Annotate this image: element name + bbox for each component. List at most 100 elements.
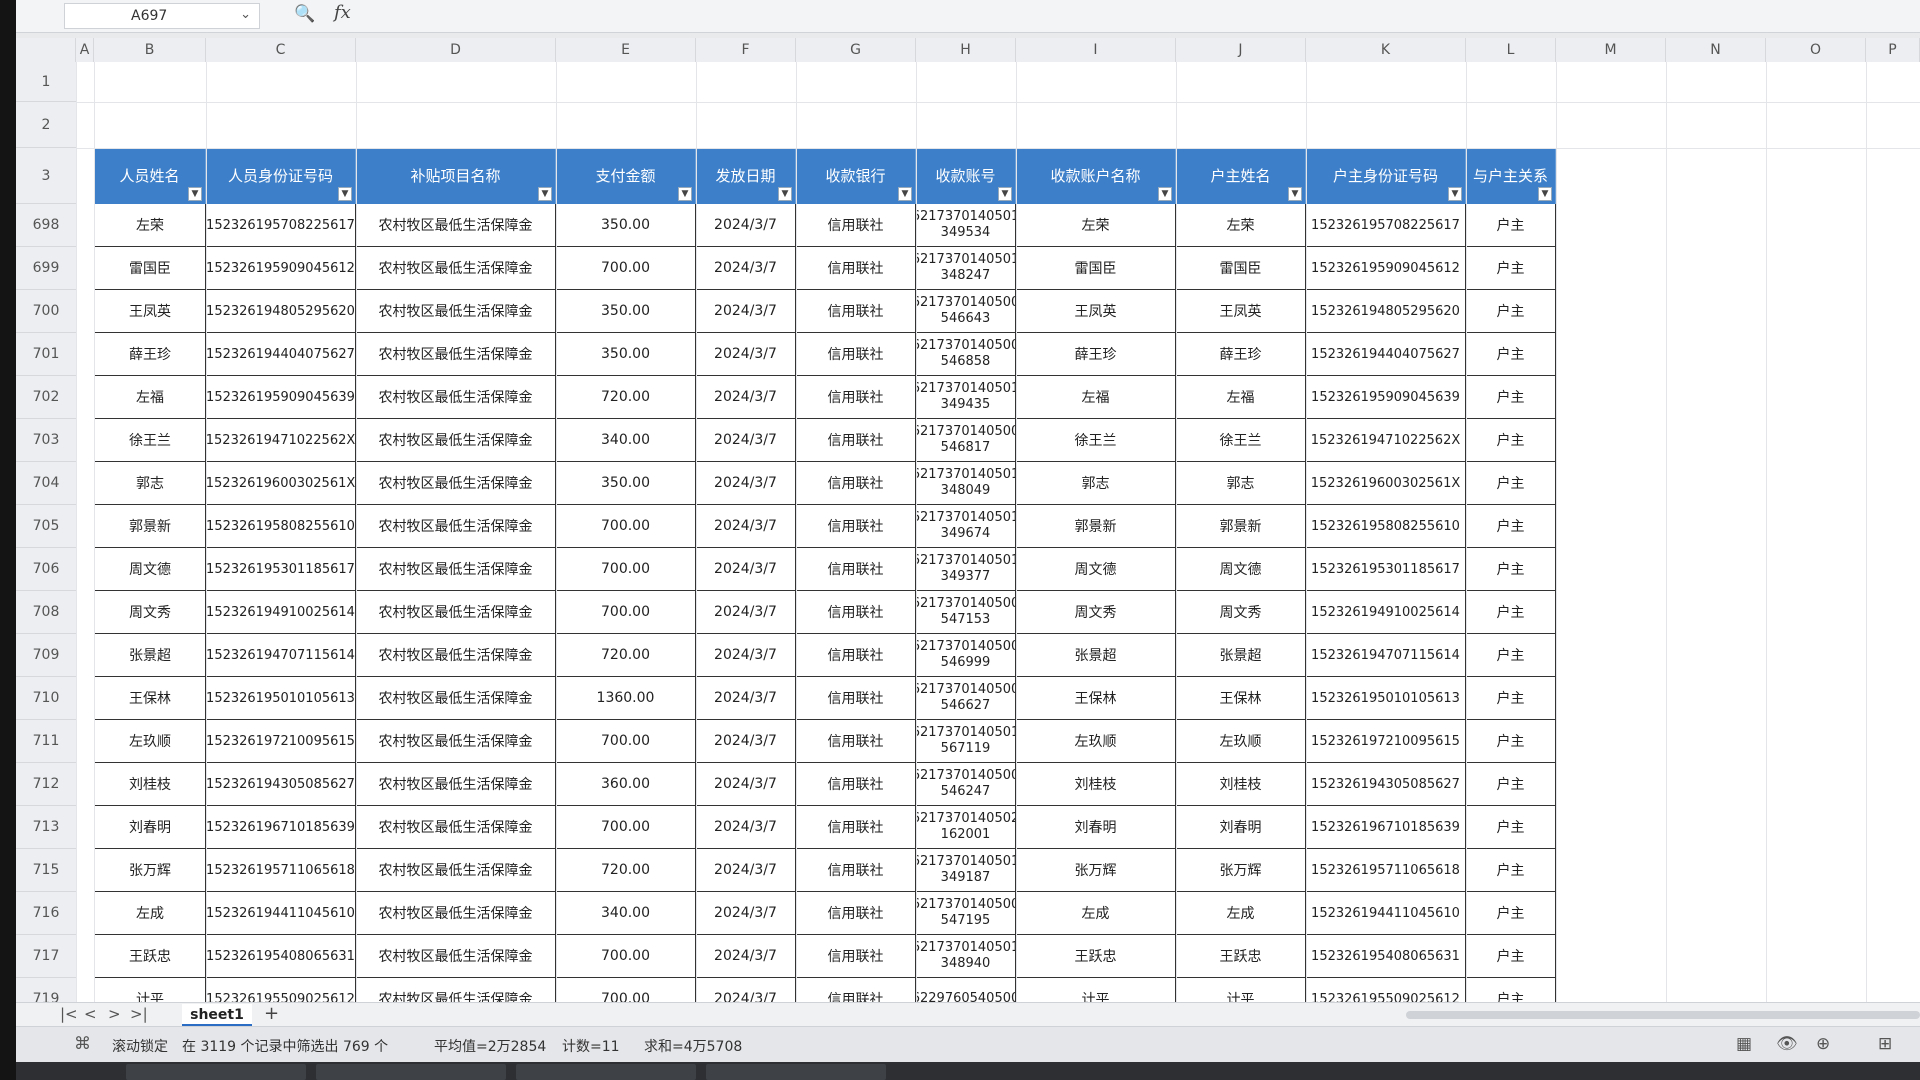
- person-id-cell[interactable]: 152326195711065618: [206, 849, 356, 892]
- next-sheet-button[interactable]: >: [108, 1005, 121, 1023]
- filter-dropdown-icon[interactable]: ▼: [678, 187, 692, 201]
- eye-icon[interactable]: 👁: [1776, 1034, 1798, 1054]
- person-name-cell[interactable]: 左福: [94, 376, 206, 419]
- person-name-cell[interactable]: 周文德: [94, 548, 206, 591]
- subsidy-item-cell[interactable]: 农村牧区最低生活保障金: [356, 462, 556, 505]
- page-view-icon[interactable]: ⊞: [1878, 1034, 1892, 1054]
- row-header[interactable]: 702: [16, 376, 76, 419]
- date-cell[interactable]: 2024/3/7: [696, 290, 796, 333]
- relation-cell[interactable]: 户主: [1466, 548, 1556, 591]
- column-header-p[interactable]: P: [1866, 38, 1920, 62]
- row-header[interactable]: 711: [16, 720, 76, 763]
- row-header[interactable]: 3: [16, 148, 76, 204]
- amount-cell[interactable]: 350.00: [556, 333, 696, 376]
- person-name-cell[interactable]: 周文秀: [94, 591, 206, 634]
- row-header[interactable]: 701: [16, 333, 76, 376]
- person-id-cell[interactable]: 152326195808255610: [206, 505, 356, 548]
- account-name-cell[interactable]: 郭志: [1016, 462, 1176, 505]
- person-id-cell[interactable]: 152326194411045610: [206, 892, 356, 935]
- person-name-cell[interactable]: 王凤英: [94, 290, 206, 333]
- account-number-cell[interactable]: 6217370140501 348049: [916, 462, 1016, 505]
- row-header[interactable]: 715: [16, 849, 76, 892]
- date-cell[interactable]: 2024/3/7: [696, 505, 796, 548]
- account-number-cell[interactable]: 6217370140501 349187: [916, 849, 1016, 892]
- person-name-cell[interactable]: 王保林: [94, 677, 206, 720]
- household-head-cell[interactable]: 左玖顺: [1176, 720, 1306, 763]
- person-name-cell[interactable]: 计平: [94, 978, 206, 1002]
- person-id-cell[interactable]: 152326194305085627: [206, 763, 356, 806]
- head-id-cell[interactable]: 152326195010105613: [1306, 677, 1466, 720]
- account-number-cell[interactable]: 6217370140501 567119: [916, 720, 1016, 763]
- macro-icon[interactable]: ⌘: [74, 1034, 91, 1054]
- row-header[interactable]: 708: [16, 591, 76, 634]
- account-number-cell[interactable]: 6217370140501 349377: [916, 548, 1016, 591]
- person-name-cell[interactable]: 刘桂枝: [94, 763, 206, 806]
- sheet-grid[interactable]: 1 2 3 698 699 700 701 702 703 704 705 706 708 709 710 7…: [16, 62, 1920, 1002]
- bank-cell[interactable]: 信用联社: [796, 462, 916, 505]
- account-name-cell[interactable]: 计平: [1016, 978, 1176, 1002]
- row-header[interactable]: 698: [16, 204, 76, 247]
- subsidy-item-cell[interactable]: 农村牧区最低生活保障金: [356, 892, 556, 935]
- person-name-cell[interactable]: 郭景新: [94, 505, 206, 548]
- person-name-cell[interactable]: 张万辉: [94, 849, 206, 892]
- amount-cell[interactable]: 350.00: [556, 204, 696, 247]
- account-number-cell[interactable]: 6217370140500 546627: [916, 677, 1016, 720]
- person-id-cell[interactable]: 15232619471022562X: [206, 419, 356, 462]
- account-name-cell[interactable]: 周文秀: [1016, 591, 1176, 634]
- row-header[interactable]: 716: [16, 892, 76, 935]
- head-id-cell[interactable]: 152326194910025614: [1306, 591, 1466, 634]
- row-header[interactable]: 699: [16, 247, 76, 290]
- name-box[interactable]: A697 ⌄: [64, 3, 260, 29]
- date-cell[interactable]: 2024/3/7: [696, 720, 796, 763]
- taskbar-app-4[interactable]: [706, 1064, 886, 1080]
- date-cell[interactable]: 2024/3/7: [696, 806, 796, 849]
- row-header[interactable]: 713: [16, 806, 76, 849]
- account-number-cell[interactable]: 6217370140500 546817: [916, 419, 1016, 462]
- person-name-cell[interactable]: 张景超: [94, 634, 206, 677]
- filter-dropdown-icon[interactable]: ▼: [1538, 187, 1552, 201]
- row-header[interactable]: 2: [16, 102, 76, 148]
- account-name-cell[interactable]: 王保林: [1016, 677, 1176, 720]
- subsidy-item-cell[interactable]: 农村牧区最低生活保障金: [356, 720, 556, 763]
- bank-cell[interactable]: 信用联社: [796, 935, 916, 978]
- filter-dropdown-icon[interactable]: ▼: [1158, 187, 1172, 201]
- date-cell[interactable]: 2024/3/7: [696, 333, 796, 376]
- account-number-cell[interactable]: 6217370140500 546643: [916, 290, 1016, 333]
- account-name-cell[interactable]: 刘桂枝: [1016, 763, 1176, 806]
- date-cell[interactable]: 2024/3/7: [696, 634, 796, 677]
- column-header-h[interactable]: H: [916, 38, 1016, 62]
- column-header-d[interactable]: D: [356, 38, 556, 62]
- date-cell[interactable]: 2024/3/7: [696, 548, 796, 591]
- row-header[interactable]: 719: [16, 978, 76, 1002]
- filter-dropdown-icon[interactable]: ▼: [1448, 187, 1462, 201]
- relation-cell[interactable]: 户主: [1466, 849, 1556, 892]
- date-cell[interactable]: 2024/3/7: [696, 204, 796, 247]
- relation-cell[interactable]: 户主: [1466, 634, 1556, 677]
- bank-cell[interactable]: 信用联社: [796, 978, 916, 1002]
- bank-cell[interactable]: 信用联社: [796, 419, 916, 462]
- relation-cell[interactable]: 户主: [1466, 419, 1556, 462]
- person-name-cell[interactable]: 左成: [94, 892, 206, 935]
- bank-cell[interactable]: 信用联社: [796, 548, 916, 591]
- row-header[interactable]: 712: [16, 763, 76, 806]
- head-id-cell[interactable]: 152326195909045612: [1306, 247, 1466, 290]
- relation-cell[interactable]: 户主: [1466, 247, 1556, 290]
- bank-cell[interactable]: 信用联社: [796, 290, 916, 333]
- account-name-cell[interactable]: 周文德: [1016, 548, 1176, 591]
- fx-icon[interactable]: fx: [334, 2, 351, 23]
- column-header-g[interactable]: G: [796, 38, 916, 62]
- bank-cell[interactable]: 信用联社: [796, 376, 916, 419]
- household-head-cell[interactable]: 张景超: [1176, 634, 1306, 677]
- amount-cell[interactable]: 700.00: [556, 548, 696, 591]
- subsidy-item-cell[interactable]: 农村牧区最低生活保障金: [356, 849, 556, 892]
- head-id-cell[interactable]: 152326194411045610: [1306, 892, 1466, 935]
- filter-dropdown-icon[interactable]: ▼: [1288, 187, 1302, 201]
- amount-cell[interactable]: 360.00: [556, 763, 696, 806]
- subsidy-item-cell[interactable]: 农村牧区最低生活保障金: [356, 548, 556, 591]
- household-head-cell[interactable]: 张万辉: [1176, 849, 1306, 892]
- account-name-cell[interactable]: 左福: [1016, 376, 1176, 419]
- account-number-cell[interactable]: 6217370140500 546247: [916, 763, 1016, 806]
- head-id-cell[interactable]: 152326194707115614: [1306, 634, 1466, 677]
- amount-cell[interactable]: 700.00: [556, 806, 696, 849]
- account-number-cell[interactable]: 6229760540500: [916, 978, 1016, 1002]
